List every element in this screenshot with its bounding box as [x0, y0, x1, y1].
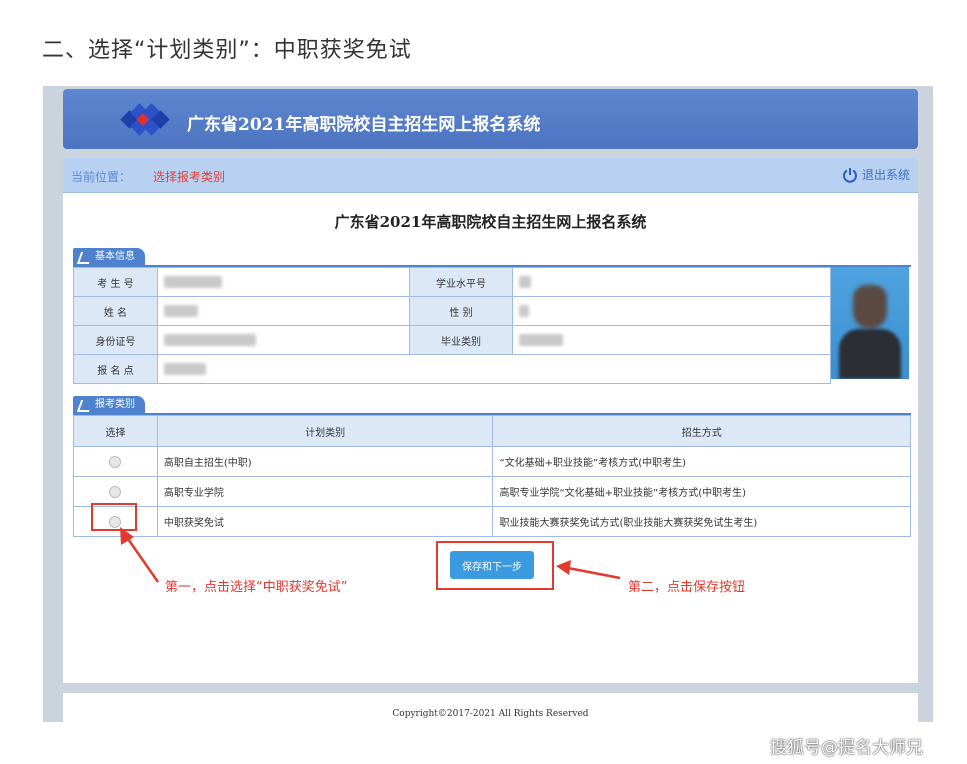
annotation-step-two: 第二，点击保存按钮 [628, 580, 746, 595]
arrow-line [567, 566, 621, 580]
annotation-arrows [120, 527, 621, 583]
watermark: 搜狐号@提名大师兄 [770, 738, 923, 758]
arrow-head [556, 560, 571, 575]
copyright-text: Copyright©2017-2021 All Rights Reserved [392, 709, 589, 719]
footer: Copyright©2017-2021 All Rights Reserved [63, 693, 918, 733]
annotation-step-one: 第一，点击选择“中职获奖免试” [165, 580, 348, 595]
arrow-line [124, 535, 160, 583]
